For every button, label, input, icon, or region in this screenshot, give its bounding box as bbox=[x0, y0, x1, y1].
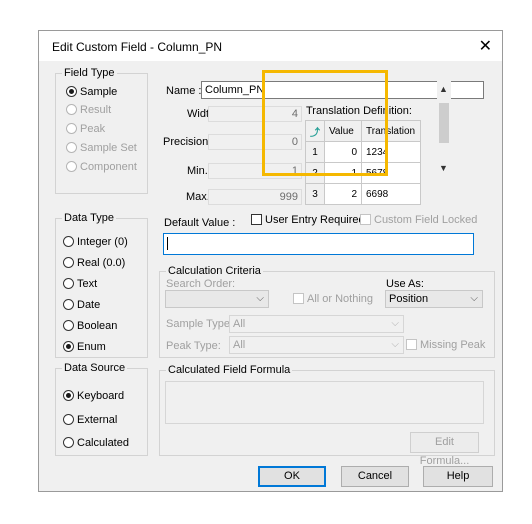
data-type-enum-radio[interactable]: Enum bbox=[63, 341, 106, 353]
radio-icon bbox=[66, 104, 77, 115]
default-value-label: Default Value : bbox=[164, 217, 236, 229]
chevron-down-icon: ⌵ bbox=[470, 293, 478, 304]
use-as-label: Use As: bbox=[386, 278, 424, 290]
row-number: 3 bbox=[305, 183, 325, 205]
radio-icon bbox=[63, 414, 74, 425]
data-type-boolean-radio[interactable]: Boolean bbox=[63, 320, 117, 332]
min-field: 1 bbox=[208, 163, 302, 179]
search-order-select[interactable]: ⌵ bbox=[165, 290, 269, 308]
checkbox-icon bbox=[251, 214, 262, 225]
translation-cell[interactable]: 6698 bbox=[361, 183, 421, 205]
sample-type-select[interactable]: All ⌵ bbox=[229, 315, 404, 333]
field-type-result-radio[interactable]: Result bbox=[66, 104, 111, 116]
translation-column-header[interactable]: Translation bbox=[361, 120, 421, 142]
data-source-legend: Data Source bbox=[64, 362, 126, 374]
precision-label: Precision : bbox=[163, 136, 215, 148]
chevron-down-icon: ⌵ bbox=[391, 339, 399, 350]
max-field: 999 bbox=[208, 189, 302, 205]
calculation-criteria-legend: Calculation Criteria bbox=[168, 265, 261, 277]
value-cell[interactable]: 0 bbox=[324, 141, 362, 163]
data-type-real-radio[interactable]: Real (0.0) bbox=[63, 257, 125, 269]
radio-icon bbox=[63, 299, 74, 310]
cancel-button[interactable]: Cancel bbox=[341, 466, 409, 487]
name-label: Name : bbox=[166, 85, 202, 97]
field-type-sample-radio[interactable]: Sample bbox=[66, 86, 117, 98]
data-source-external-radio[interactable]: External bbox=[63, 414, 117, 426]
radio-icon bbox=[66, 123, 77, 134]
checkbox-icon bbox=[293, 293, 304, 304]
window-title: Edit Custom Field - Column_PN bbox=[52, 40, 223, 54]
checkbox-icon bbox=[360, 214, 371, 225]
default-value-input[interactable] bbox=[163, 233, 474, 255]
field-type-peak-radio[interactable]: Peak bbox=[66, 123, 105, 135]
value-cell[interactable]: 1 bbox=[324, 162, 362, 184]
edit-formula-button[interactable]: Edit Formula... bbox=[410, 432, 479, 467]
title-bar: Edit Custom Field - Column_PN ✕ bbox=[39, 31, 502, 61]
radio-selected-icon bbox=[63, 341, 74, 352]
data-type-legend: Data Type bbox=[64, 212, 114, 224]
missing-peak-checkbox[interactable]: Missing Peak bbox=[406, 339, 485, 351]
radio-icon bbox=[63, 257, 74, 268]
value-column-header[interactable]: Value bbox=[324, 120, 362, 142]
field-type-component-radio[interactable]: Component bbox=[66, 161, 137, 173]
help-button[interactable]: Help bbox=[423, 466, 493, 487]
chevron-down-icon: ⌵ bbox=[391, 318, 399, 329]
use-as-select[interactable]: Position ⌵ bbox=[385, 290, 483, 308]
radio-icon bbox=[63, 278, 74, 289]
translation-cell[interactable]: 1234 bbox=[361, 141, 421, 163]
radio-icon bbox=[66, 161, 77, 172]
field-type-sample-set-radio[interactable]: Sample Set bbox=[66, 142, 137, 154]
radio-selected-icon bbox=[63, 390, 74, 401]
peak-type-label: Peak Type: bbox=[166, 340, 221, 352]
data-source-keyboard-radio[interactable]: Keyboard bbox=[63, 390, 124, 402]
radio-selected-icon bbox=[66, 86, 77, 97]
checkbox-icon bbox=[406, 339, 417, 350]
search-order-label: Search Order: bbox=[166, 278, 236, 290]
table-row[interactable]: 3 2 6698 bbox=[305, 183, 421, 205]
scroll-up-icon[interactable]: ▲ bbox=[439, 84, 448, 94]
precision-field: 0 bbox=[208, 134, 302, 150]
translation-cell[interactable]: 5678 bbox=[361, 162, 421, 184]
table-row[interactable]: 2 1 5678 bbox=[305, 162, 421, 184]
sample-type-label: Sample Type: bbox=[166, 318, 234, 330]
data-type-integer-radio[interactable]: Integer (0) bbox=[63, 236, 128, 248]
field-type-legend: Field Type bbox=[64, 67, 115, 79]
chevron-down-icon: ⌵ bbox=[256, 293, 264, 304]
table-row[interactable]: 1 0 1234 bbox=[305, 141, 421, 163]
text-cursor bbox=[167, 237, 168, 250]
translation-definition-label: Translation Definition: bbox=[306, 105, 412, 117]
grid-corner-icon[interactable]: ⤴ bbox=[305, 120, 325, 142]
ok-button[interactable]: OK bbox=[258, 466, 326, 487]
close-icon[interactable]: ✕ bbox=[479, 36, 492, 56]
custom-field-locked-checkbox[interactable]: Custom Field Locked bbox=[360, 214, 477, 226]
all-or-nothing-checkbox[interactable]: All or Nothing bbox=[293, 293, 373, 305]
data-type-date-radio[interactable]: Date bbox=[63, 299, 100, 311]
translation-grid-header: ⤴ Value Translation bbox=[305, 120, 421, 142]
translation-grid[interactable]: ⤴ Value Translation 1 0 1234 2 1 5678 3 … bbox=[305, 120, 421, 205]
user-entry-required-checkbox[interactable]: User Entry Required bbox=[251, 214, 365, 226]
data-type-text-radio[interactable]: Text bbox=[63, 278, 97, 290]
radio-icon bbox=[63, 437, 74, 448]
formula-text-area[interactable] bbox=[165, 381, 484, 424]
radio-icon bbox=[63, 320, 74, 331]
row-number: 1 bbox=[305, 141, 325, 163]
width-field: 4 bbox=[208, 106, 302, 122]
value-cell[interactable]: 2 bbox=[324, 183, 362, 205]
data-source-calculated-radio[interactable]: Calculated bbox=[63, 437, 129, 449]
scroll-down-icon[interactable]: ▼ bbox=[439, 163, 448, 173]
row-number: 2 bbox=[305, 162, 325, 184]
radio-icon bbox=[63, 236, 74, 247]
peak-type-select[interactable]: All ⌵ bbox=[229, 336, 404, 354]
translation-scrollbar[interactable]: ▲ ▼ bbox=[437, 70, 451, 178]
radio-icon bbox=[66, 142, 77, 153]
scroll-thumb[interactable] bbox=[439, 103, 449, 143]
formula-legend: Calculated Field Formula bbox=[168, 364, 291, 376]
